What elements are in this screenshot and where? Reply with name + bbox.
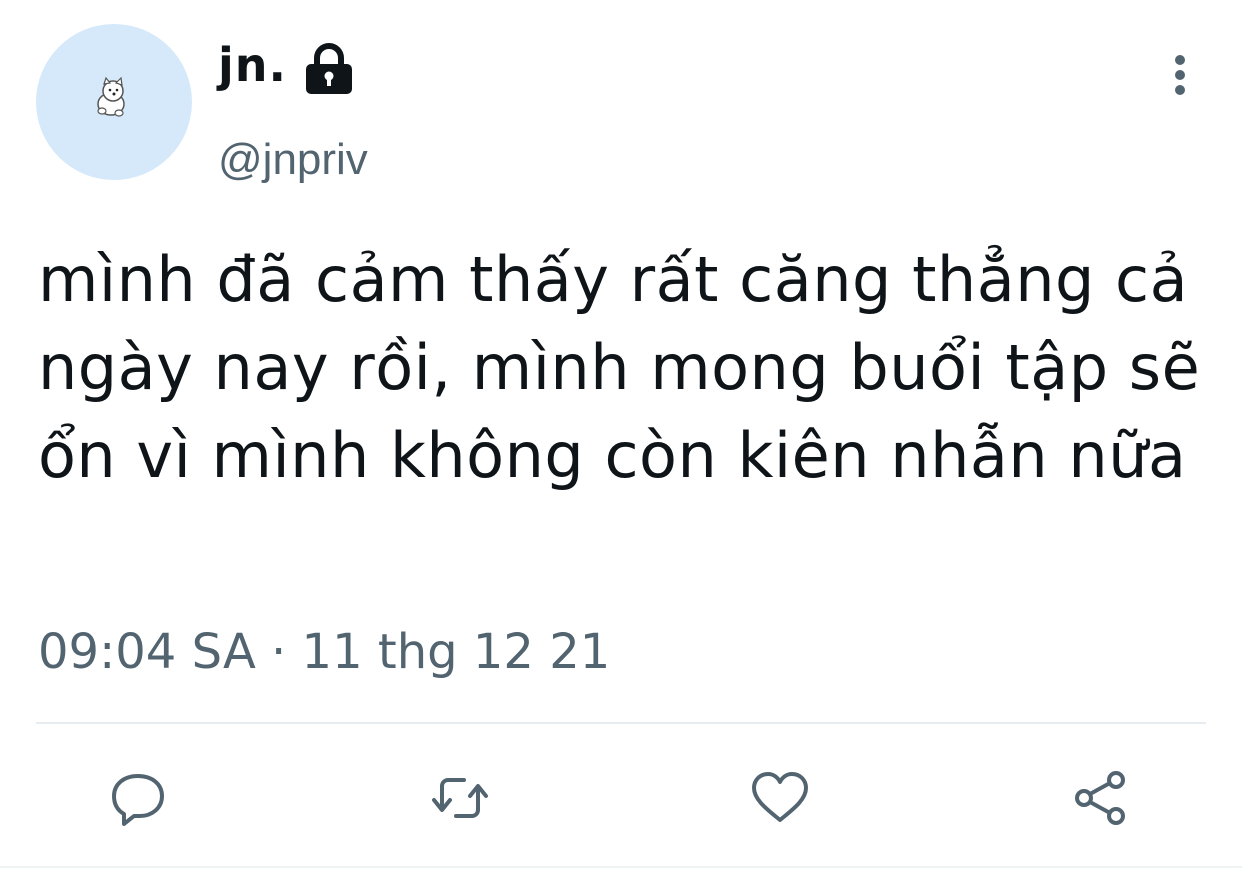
white-dog-icon — [97, 76, 125, 117]
like-button[interactable] — [748, 766, 812, 830]
divider — [36, 722, 1206, 724]
lock-icon — [306, 43, 352, 94]
share-icon — [1075, 771, 1125, 825]
more-options-icon[interactable] — [1160, 52, 1200, 102]
bottom-border — [0, 866, 1242, 868]
display-name[interactable]: jn. — [218, 42, 287, 88]
avatar[interactable] — [36, 24, 192, 180]
tweet-text: mình đã cảm thấy rất căng thẳng cả ngày … — [38, 243, 1201, 492]
user-handle[interactable]: @jnpriv — [218, 138, 368, 182]
retweet-button[interactable] — [428, 766, 492, 830]
speech-bubble-icon — [112, 774, 164, 826]
heart-icon — [752, 772, 808, 822]
tweet-timestamp[interactable]: 09:04 SA · 11 thg 12 21 — [38, 628, 610, 676]
share-button[interactable] — [1070, 766, 1134, 830]
reply-button[interactable] — [106, 766, 170, 830]
retweet-arrows-icon — [432, 778, 488, 818]
